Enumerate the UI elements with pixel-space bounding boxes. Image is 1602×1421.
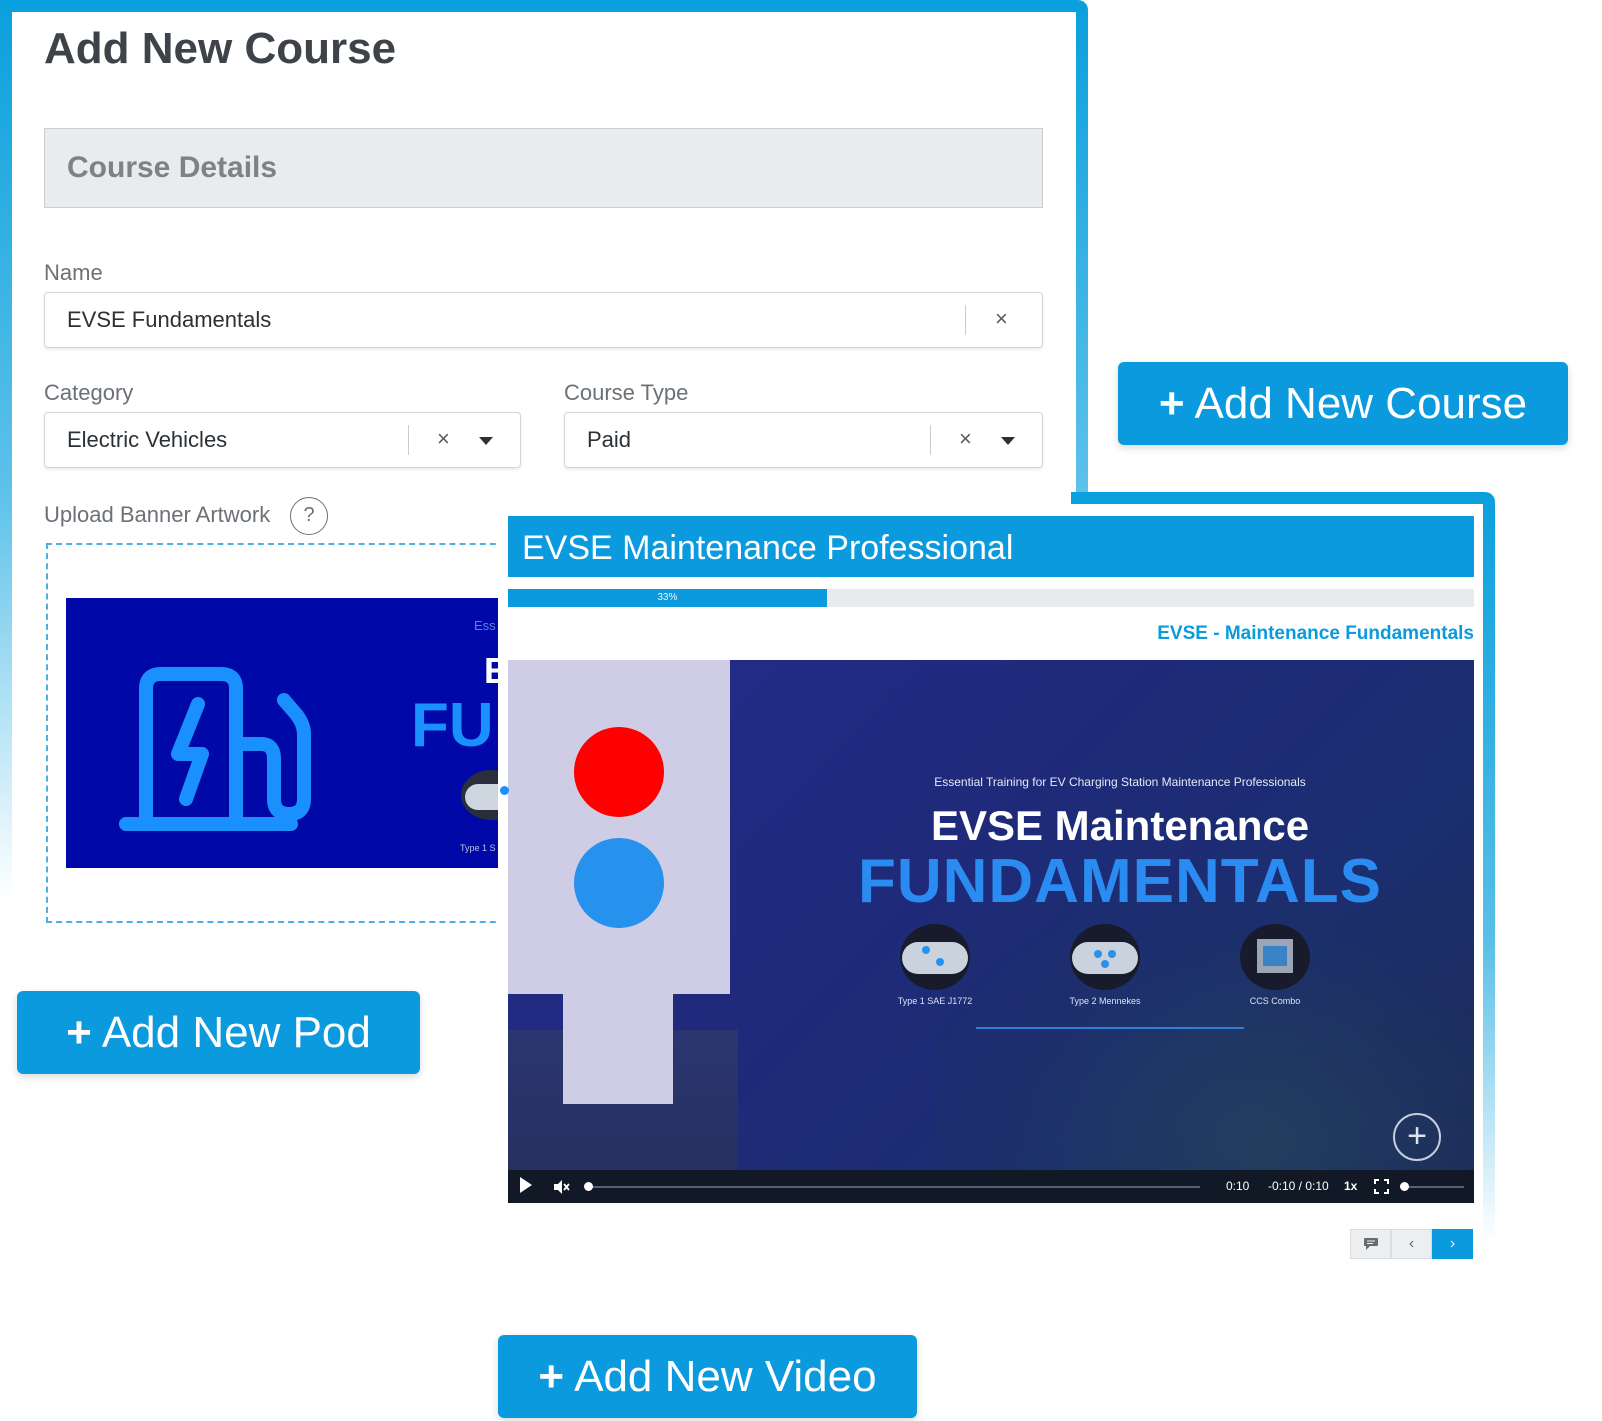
- plus-icon: +: [1158, 378, 1185, 428]
- connector-label: Type 2 Mennekes: [1069, 996, 1141, 1006]
- volume-handle[interactable]: [1400, 1182, 1409, 1191]
- play-icon[interactable]: [520, 1177, 532, 1193]
- video-subtitle: Essential Training for EV Charging Stati…: [934, 775, 1306, 789]
- course-type-value: Paid: [587, 427, 632, 452]
- connector-label: Type 1 SAE J1772: [897, 996, 973, 1006]
- pod-progress-bar: 33%: [508, 589, 1474, 607]
- course-type-label: Course Type: [564, 380, 689, 405]
- red-status-light: [574, 727, 664, 817]
- connector-pin: [500, 786, 509, 795]
- category-label: Category: [44, 380, 134, 405]
- previous-button[interactable]: ‹: [1391, 1229, 1432, 1259]
- current-time: 0:10: [1226, 1179, 1250, 1193]
- field-separator: [930, 425, 931, 455]
- pod-navigation: ‹ ›: [1350, 1229, 1473, 1259]
- lesson-title: EVSE - Maintenance Fundamentals: [1157, 623, 1474, 644]
- fullscreen-icon[interactable]: [1374, 1179, 1389, 1194]
- blue-status-light: [574, 838, 664, 928]
- button-label: Add New Course: [1194, 378, 1528, 428]
- next-button[interactable]: ›: [1432, 1229, 1473, 1259]
- charger-panel: [508, 660, 730, 994]
- clear-category-icon[interactable]: ×: [437, 426, 450, 452]
- video-title: EVSE Maintenance: [930, 802, 1310, 849]
- course-details-header: Course Details: [44, 128, 1043, 208]
- banner-dropzone[interactable]: Ess E FU Type 1 S: [46, 543, 516, 923]
- mute-icon[interactable]: [552, 1178, 570, 1196]
- ev-charger-icon: [119, 667, 311, 831]
- video-player[interactable]: Essential Training for EV Charging Stati…: [508, 660, 1474, 1203]
- name-value: EVSE Fundamentals: [67, 307, 272, 332]
- button-label: Add New Video: [574, 1351, 877, 1401]
- page-title: Add New Course: [44, 24, 397, 73]
- seek-handle[interactable]: [584, 1182, 593, 1191]
- connector-label: CCS Combo: [1249, 996, 1301, 1006]
- clear-name-icon[interactable]: ×: [995, 306, 1008, 332]
- pod-title-bar: EVSE Maintenance Professional: [508, 516, 1474, 577]
- seek-bar[interactable]: [588, 1186, 1200, 1188]
- plus-circle-icon[interactable]: +: [1393, 1113, 1441, 1161]
- plus-icon: +: [538, 1351, 565, 1401]
- video-controls: 0:10 -0:10 / 0:10 1x: [508, 1170, 1474, 1203]
- name-label: Name: [44, 260, 103, 285]
- section-title: Course Details: [67, 151, 278, 184]
- progress-fill: 33%: [508, 589, 827, 607]
- add-new-pod-button[interactable]: + Add New Pod: [17, 991, 420, 1074]
- chevron-left-icon: ‹: [1408, 1235, 1415, 1252]
- remaining-time: -0:10 / 0:10: [1268, 1179, 1329, 1193]
- plus-icon: +: [66, 1007, 92, 1057]
- comment-button[interactable]: [1350, 1229, 1391, 1259]
- banner-preview: Ess E FU Type 1 S: [66, 598, 516, 868]
- category-select[interactable]: Electric Vehicles ×: [44, 412, 521, 468]
- course-type-select[interactable]: Paid ×: [564, 412, 1043, 468]
- comment-icon: [1363, 1238, 1378, 1250]
- help-icon[interactable]: ?: [290, 497, 328, 535]
- clear-course-type-icon[interactable]: ×: [959, 426, 972, 452]
- banner-big-title: FU: [411, 691, 494, 760]
- playback-speed-button[interactable]: 1x: [1344, 1179, 1357, 1193]
- title-underline: [976, 1027, 1244, 1029]
- add-new-video-button[interactable]: + Add New Video: [498, 1335, 917, 1418]
- video-big-title: FUNDAMENTALS: [857, 847, 1382, 916]
- name-field[interactable]: EVSE Fundamentals ×: [44, 292, 1043, 348]
- button-label: Add New Pod: [101, 1007, 371, 1057]
- ccs-connector-icon: [1240, 924, 1310, 990]
- add-new-course-button[interactable]: + Add New Course: [1118, 362, 1568, 445]
- chevron-down-icon[interactable]: [1001, 437, 1015, 445]
- chevron-right-icon: ›: [1449, 1235, 1456, 1252]
- charger-base: [563, 994, 673, 1104]
- upload-label: Upload Banner Artwork: [44, 502, 271, 527]
- pod-title: EVSE Maintenance Professional: [522, 529, 1014, 567]
- type1-connector-icon: [900, 924, 970, 990]
- field-separator: [408, 425, 409, 455]
- connector-label: Type 1 S: [460, 843, 496, 853]
- field-separator: [965, 305, 966, 335]
- video-background: [938, 890, 1474, 1203]
- type2-connector-icon: [1070, 924, 1140, 990]
- banner-subtitle: Ess: [474, 618, 496, 633]
- category-value: Electric Vehicles: [67, 427, 228, 452]
- chevron-down-icon[interactable]: [479, 437, 493, 445]
- volume-slider[interactable]: [1400, 1186, 1464, 1188]
